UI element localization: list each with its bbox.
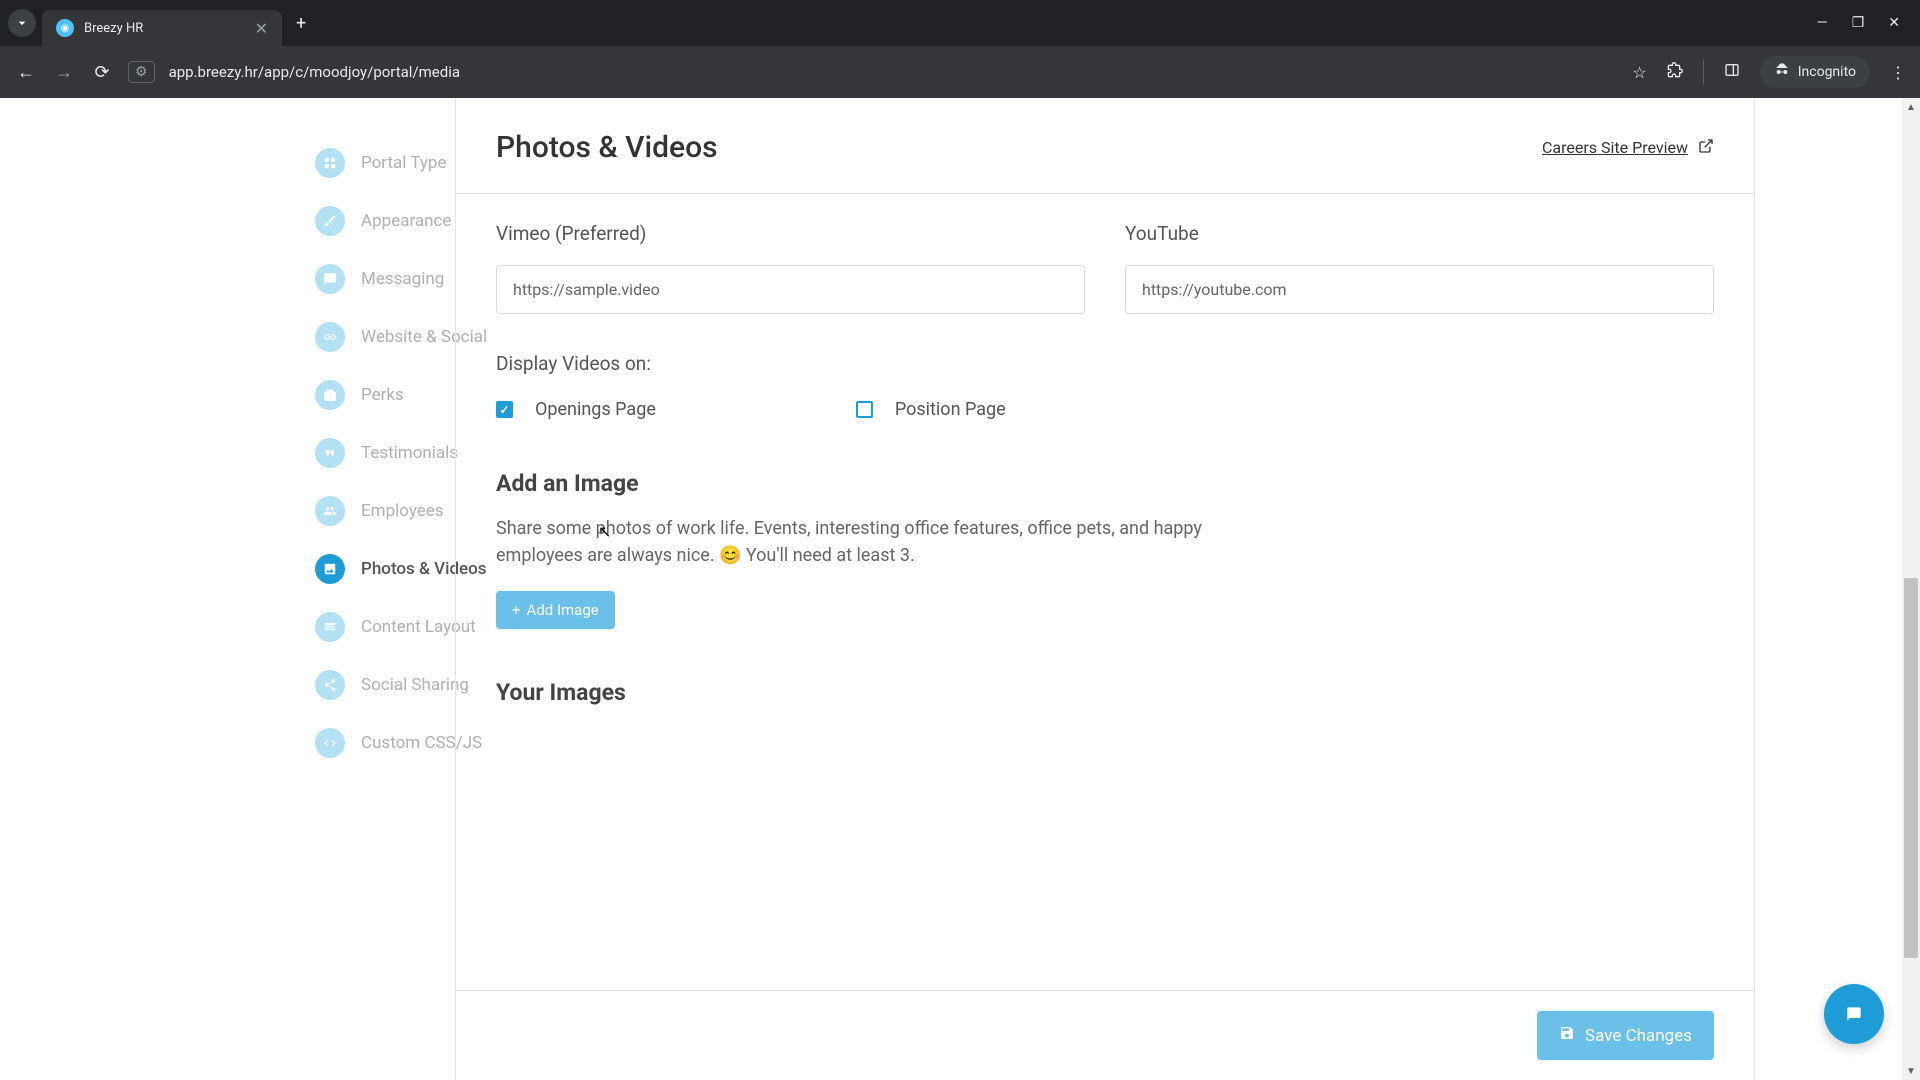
sidebar-item-label: Social Sharing xyxy=(361,675,469,695)
plus-icon: + xyxy=(512,601,521,619)
openings-page-label: Openings Page xyxy=(535,399,656,420)
sidebar-item-employees[interactable]: Employees xyxy=(315,482,455,540)
layout-icon xyxy=(315,612,345,642)
videos-section: Vimeo (Preferred) YouTube Display Videos… xyxy=(456,193,1754,460)
link-icon xyxy=(315,322,345,352)
new-tab-button[interactable]: + xyxy=(296,13,306,34)
sidebar-item-appearance[interactable]: Appearance xyxy=(315,192,455,250)
sidebar-item-social-sharing[interactable]: Social Sharing xyxy=(315,656,455,714)
position-page-checkbox[interactable] xyxy=(856,401,873,418)
sidebar-item-label: Messaging xyxy=(361,269,444,289)
forward-button[interactable]: → xyxy=(52,62,76,83)
image-icon xyxy=(315,554,345,584)
add-image-section: Add an Image Share some photos of work l… xyxy=(456,460,1754,669)
incognito-icon xyxy=(1774,62,1790,82)
sidebar-item-testimonials[interactable]: Testimonials xyxy=(315,424,455,482)
display-videos-label: Display Videos on: xyxy=(496,352,1714,375)
sidebar-item-label: Testimonials xyxy=(361,443,458,463)
position-page-label: Position Page xyxy=(895,399,1006,420)
grid-icon xyxy=(315,148,345,178)
window-controls: — ❐ ✕ xyxy=(1817,15,1912,31)
scroll-up-arrow[interactable]: ▲ xyxy=(1902,98,1920,116)
add-image-title: Add an Image xyxy=(496,470,1714,497)
extensions-icon[interactable] xyxy=(1667,62,1683,82)
save-button-label: Save Changes xyxy=(1585,1026,1692,1046)
your-images-section: Your Images xyxy=(456,669,1754,734)
sidebar-item-custom-css[interactable]: Custom CSS/JS xyxy=(315,714,455,772)
sidebar-item-perks[interactable]: Perks xyxy=(315,366,455,424)
save-icon xyxy=(1559,1025,1575,1046)
scrollbar-thumb[interactable] xyxy=(1904,578,1918,958)
close-window-icon[interactable]: ✕ xyxy=(1888,15,1900,31)
incognito-label: Incognito xyxy=(1798,64,1856,80)
site-info-icon[interactable]: ⚙ xyxy=(128,61,155,83)
browser-toolbar: ← → ⟳ ⚙ app.breezy.hr/app/c/moodjoy/port… xyxy=(0,46,1920,98)
scrollbar[interactable]: ▲ ▼ xyxy=(1902,98,1920,1080)
vimeo-input[interactable] xyxy=(496,265,1085,314)
gift-icon xyxy=(315,380,345,410)
browser-tab[interactable]: ◉ Breezy HR ✕ xyxy=(42,10,282,46)
youtube-input[interactable] xyxy=(1125,265,1714,314)
openings-page-checkbox[interactable] xyxy=(496,401,513,418)
save-changes-button[interactable]: Save Changes xyxy=(1537,1011,1714,1060)
brush-icon xyxy=(315,206,345,236)
address-bar[interactable]: app.breezy.hr/app/c/moodjoy/portal/media xyxy=(169,63,1619,81)
browser-menu-icon[interactable]: ⋮ xyxy=(1890,63,1906,82)
back-button[interactable]: ← xyxy=(14,62,38,83)
intercom-chat-button[interactable] xyxy=(1824,984,1884,1044)
maximize-icon[interactable]: ❐ xyxy=(1852,15,1865,31)
settings-sidebar: Portal Type Appearance Messaging Website… xyxy=(165,98,455,1080)
preview-link-label: Careers Site Preview xyxy=(1542,138,1688,157)
scroll-down-arrow[interactable]: ▼ xyxy=(1902,1062,1920,1080)
external-link-icon xyxy=(1698,138,1714,158)
add-image-button[interactable]: + Add Image xyxy=(496,591,615,629)
incognito-badge[interactable]: Incognito xyxy=(1760,56,1870,88)
sidebar-item-photos-videos[interactable]: Photos & Videos xyxy=(315,540,455,598)
reload-button[interactable]: ⟳ xyxy=(90,62,114,83)
sidepanel-icon[interactable] xyxy=(1724,62,1740,82)
tab-close-icon[interactable]: ✕ xyxy=(255,19,268,38)
sidebar-item-portal-type[interactable]: Portal Type xyxy=(315,134,455,192)
save-bar: Save Changes xyxy=(456,990,1754,1080)
add-image-help: Share some photos of work life. Events, … xyxy=(496,515,1216,569)
chat-icon xyxy=(315,264,345,294)
tab-favicon: ◉ xyxy=(56,19,74,37)
code-icon xyxy=(315,728,345,758)
sidebar-item-label: Perks xyxy=(361,385,404,405)
sidebar-item-label: Employees xyxy=(361,501,444,521)
tab-title: Breezy HR xyxy=(84,21,143,36)
sidebar-item-messaging[interactable]: Messaging xyxy=(315,250,455,308)
browser-tab-strip: ◉ Breezy HR ✕ + — ❐ ✕ xyxy=(0,0,1920,46)
add-image-button-label: Add Image xyxy=(527,601,599,619)
vimeo-label: Vimeo (Preferred) xyxy=(496,222,1085,245)
quote-icon xyxy=(315,438,345,468)
tab-search-button[interactable] xyxy=(8,9,36,37)
minimize-icon[interactable]: — xyxy=(1817,15,1828,31)
page-title: Photos & Videos xyxy=(496,130,718,165)
people-icon xyxy=(315,496,345,526)
sidebar-item-content-layout[interactable]: Content Layout xyxy=(315,598,455,656)
toolbar-divider xyxy=(1703,60,1704,84)
youtube-label: YouTube xyxy=(1125,222,1714,245)
sidebar-item-website-social[interactable]: Website & Social xyxy=(315,308,455,366)
main-content: Photos & Videos Careers Site Preview Vim… xyxy=(455,98,1755,1080)
bookmark-icon[interactable]: ☆ xyxy=(1632,63,1646,82)
your-images-title: Your Images xyxy=(496,679,1714,706)
sidebar-item-label: Appearance xyxy=(361,211,451,231)
careers-preview-link[interactable]: Careers Site Preview xyxy=(1542,138,1714,158)
share-icon xyxy=(315,670,345,700)
sidebar-item-label: Portal Type xyxy=(361,153,446,173)
